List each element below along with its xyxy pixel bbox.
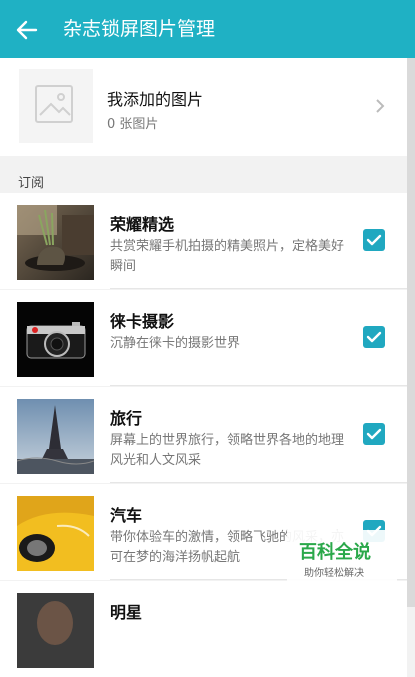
check-icon [366, 428, 382, 440]
subscription-name: 明星 [110, 603, 143, 622]
chevron-right-icon [376, 99, 385, 113]
section-subscribe-label: 订阅 [18, 176, 45, 191]
divider [110, 288, 407, 289]
check-icon [366, 234, 382, 246]
image-placeholder [19, 69, 93, 143]
subscription-desc: 屏幕上的世界旅行，领略世界各地的地理风光和人文风采 [110, 433, 345, 468]
leica-thumbnail [17, 302, 94, 377]
my-images-count: 0 张图片 [107, 117, 159, 132]
subscription-checkbox[interactable] [363, 326, 385, 348]
subscription-name: 荣耀精选 [110, 215, 175, 234]
app-bar: 杂志锁屏图片管理 [0, 0, 415, 58]
car-thumbnail [17, 496, 94, 571]
my-images-row[interactable]: 我添加的图片 0 张图片 [0, 58, 407, 156]
subscription-name: 旅行 [110, 409, 143, 428]
subscription-desc: 共赏荣耀手机拍摄的精美照片，定格美好瞬间 [110, 239, 345, 274]
image-icon [35, 85, 73, 123]
subscription-item-leica[interactable]: 徕卡摄影 沉静在徕卡的摄影世界 [0, 290, 407, 386]
subscription-item-travel[interactable]: 旅行 屏幕上的世界旅行，领略世界各地的地理风光和人文风采 [0, 387, 407, 483]
divider [110, 482, 407, 483]
check-icon [366, 331, 382, 343]
divider [110, 385, 407, 386]
watermark-title: 百科全说 [299, 542, 371, 563]
page-title: 杂志锁屏图片管理 [63, 18, 216, 40]
subscription-checkbox[interactable] [363, 229, 385, 251]
scroll-edge [407, 58, 415, 607]
honor-thumbnail [17, 205, 94, 280]
star-thumbnail [17, 593, 94, 668]
subscription-name: 汽车 [110, 506, 143, 525]
watermark-subtitle: 助你轻松解决 [304, 568, 364, 579]
subscription-name: 徕卡摄影 [110, 312, 175, 331]
watermark-logo: 百科全说 助你轻松解决 [287, 530, 397, 590]
my-images-title: 我添加的图片 [107, 90, 204, 109]
subscription-checkbox[interactable] [363, 423, 385, 445]
subscription-item-honor[interactable]: 荣耀精选 共赏荣耀手机拍摄的精美照片，定格美好瞬间 [0, 193, 407, 289]
travel-thumbnail [17, 399, 94, 474]
subscription-desc: 沉静在徕卡的摄影世界 [110, 336, 241, 351]
back-arrow-icon[interactable] [14, 17, 40, 43]
subscription-item-star[interactable]: 明星 [0, 581, 407, 677]
